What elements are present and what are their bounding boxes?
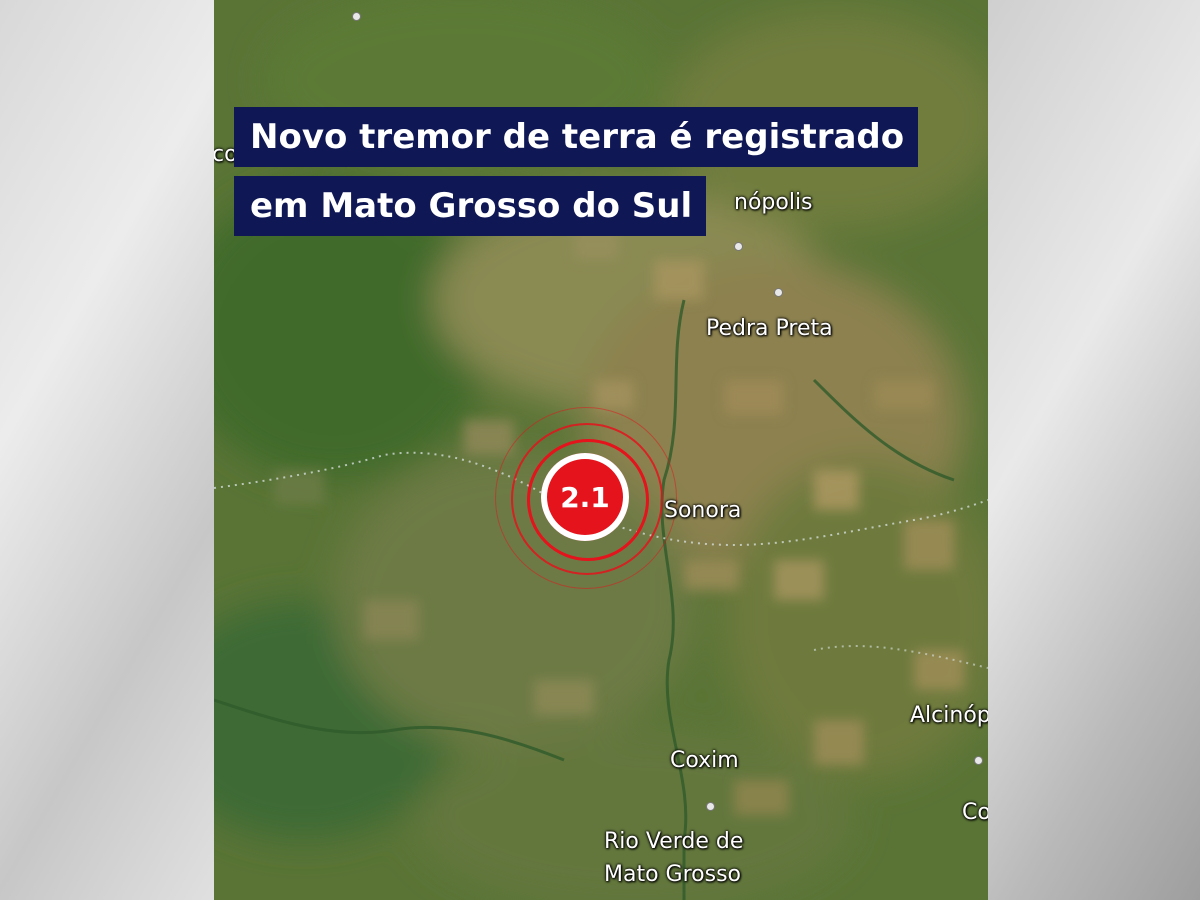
headline-line-1: Novo tremor de terra é registrado bbox=[234, 107, 919, 167]
city-dot-top bbox=[352, 12, 361, 21]
place-label-alcinopolis: Alcinóp bbox=[910, 703, 988, 728]
place-label-rondonopolis: nópolis bbox=[734, 190, 813, 215]
satellite-map[interactable]: 2.1 nópolis Pedra Preta Sonora Alcinóp C… bbox=[214, 0, 988, 900]
headline-line-2: em Mato Grosso do Sul bbox=[234, 176, 707, 236]
place-label-rio-verde-line2: Mato Grosso bbox=[604, 862, 741, 887]
earthquake-magnitude-marker[interactable]: 2.1 bbox=[541, 453, 629, 541]
place-label-pedra-preta: Pedra Preta bbox=[706, 316, 833, 341]
place-label-sonora: Sonora bbox=[664, 498, 742, 523]
place-label-right-edge: Co bbox=[962, 800, 988, 825]
city-dot-pedra-preta bbox=[774, 288, 783, 297]
place-label-rio-verde-line1: Rio Verde de bbox=[604, 829, 744, 854]
city-dot-coxim bbox=[706, 802, 715, 811]
city-dot-rondonopolis bbox=[734, 242, 743, 251]
right-backdrop bbox=[988, 0, 1200, 900]
place-label-coxim: Coxim bbox=[670, 748, 739, 773]
left-backdrop bbox=[0, 0, 214, 900]
city-dot-alcinopolis bbox=[974, 756, 983, 765]
